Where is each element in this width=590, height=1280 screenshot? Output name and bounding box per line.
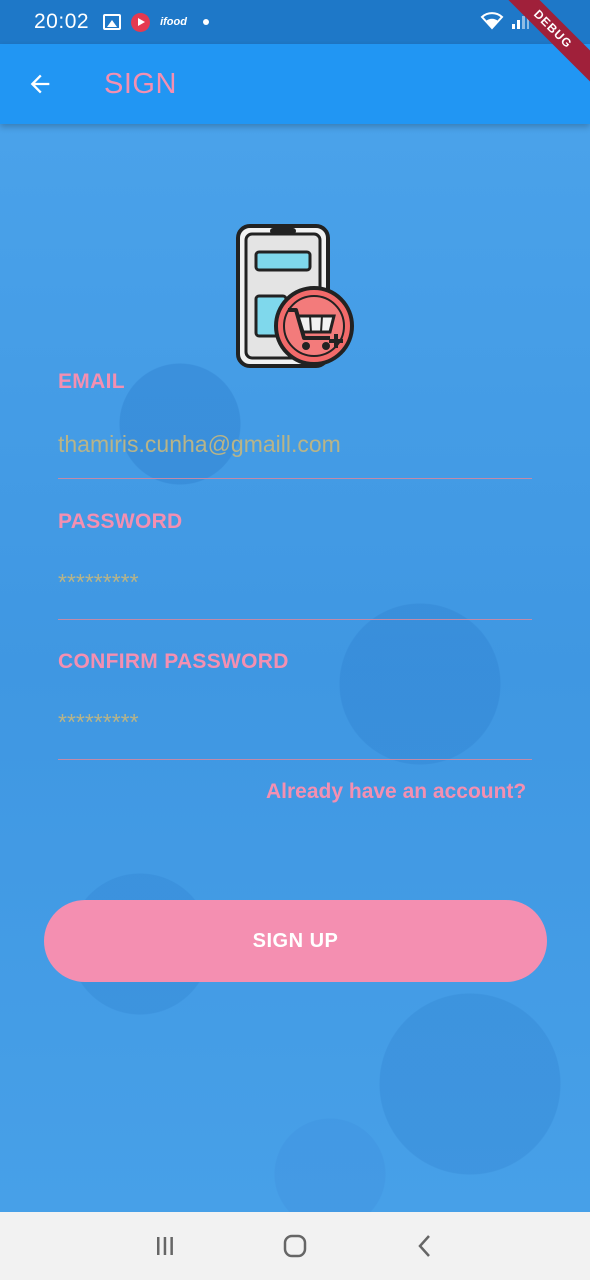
- ifood-icon: ifood: [160, 16, 187, 28]
- system-nav-bar: [0, 1212, 590, 1280]
- nav-back-button[interactable]: [405, 1226, 445, 1266]
- email-field[interactable]: [58, 422, 532, 466]
- back-icon: [418, 1235, 430, 1257]
- app-bar: SIGN: [0, 44, 590, 124]
- email-underline: [58, 478, 532, 479]
- confirm-password-field[interactable]: [58, 700, 532, 744]
- login-link[interactable]: Already have an account?: [266, 780, 526, 804]
- email-label: EMAIL: [58, 370, 125, 393]
- password-underline: [58, 619, 532, 620]
- status-bar: 20:02 ifood: [0, 0, 590, 44]
- recent-apps-icon: [157, 1237, 173, 1255]
- confirm-password-label: CONFIRM PASSWORD: [58, 650, 289, 673]
- arrow-left-icon: [30, 74, 50, 94]
- phone-cart-icon: [236, 224, 354, 368]
- confirm-password-underline: [58, 759, 532, 760]
- sign-up-button[interactable]: SIGN UP: [44, 900, 547, 982]
- status-time: 20:02: [34, 10, 90, 33]
- youtube-icon: [131, 12, 151, 32]
- status-icons-left: ifood: [103, 12, 209, 32]
- password-field[interactable]: [58, 560, 532, 604]
- page-title: SIGN: [104, 67, 177, 100]
- sign-up-label: SIGN UP: [252, 929, 339, 952]
- gallery-icon: [103, 14, 122, 30]
- wifi-icon: [480, 12, 504, 30]
- password-label: PASSWORD: [58, 510, 183, 533]
- recent-apps-button[interactable]: [145, 1226, 185, 1266]
- back-button[interactable]: [0, 44, 80, 124]
- home-button[interactable]: [275, 1226, 315, 1266]
- dot-icon: [202, 19, 209, 25]
- home-icon: [283, 1234, 307, 1258]
